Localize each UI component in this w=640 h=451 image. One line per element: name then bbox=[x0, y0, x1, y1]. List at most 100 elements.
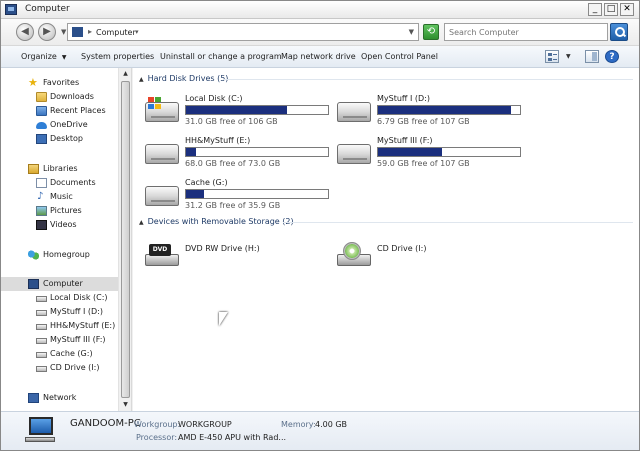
nav-libraries-label: Libraries bbox=[43, 164, 78, 173]
group-header-hard-disks[interactable]: ▲ Hard Disk Drives (5) bbox=[139, 74, 228, 83]
back-button[interactable]: ◀ bbox=[16, 23, 34, 41]
cd-disc-icon bbox=[343, 242, 361, 260]
nav-drive-e-label: HH&MyStuff (E:) bbox=[50, 321, 116, 330]
nav-drive-c[interactable]: Local Disk (C:) bbox=[1, 291, 118, 305]
address-dropdown-icon[interactable]: ▼ bbox=[409, 28, 414, 36]
organize-menu[interactable]: Organize ▼ bbox=[21, 52, 66, 61]
window-title: Computer bbox=[25, 4, 70, 14]
forward-button[interactable]: ▶ bbox=[38, 23, 56, 41]
nav-drive-d-label: MyStuff I (D:) bbox=[50, 307, 103, 316]
change-view-icon[interactable] bbox=[545, 50, 559, 63]
system-properties-button[interactable]: System properties bbox=[81, 52, 154, 61]
drive-tile-g[interactable]: Cache (G:) 31.2 GB free of 35.9 GB bbox=[145, 178, 335, 212]
videos-icon bbox=[36, 220, 47, 230]
drive-tile-f[interactable]: MyStuff III (F:) 59.0 GB free of 107 GB bbox=[337, 136, 527, 170]
drive-tile-cd[interactable]: CD Drive (I:) bbox=[337, 234, 527, 268]
nav-downloads[interactable]: Downloads bbox=[1, 90, 118, 104]
hard-drive-icon bbox=[145, 97, 179, 122]
search-box[interactable] bbox=[444, 23, 608, 41]
homegroup-icon bbox=[28, 250, 39, 260]
nav-computer-label: Computer bbox=[43, 279, 83, 288]
nav-homegroup[interactable]: Homegroup bbox=[1, 248, 118, 262]
organize-label: Organize bbox=[21, 52, 57, 61]
collapse-icon: ▲ bbox=[139, 219, 144, 226]
help-button[interactable]: ? bbox=[605, 50, 619, 63]
hard-drive-icon bbox=[337, 144, 371, 164]
usage-bar-fill bbox=[186, 190, 205, 198]
hard-drive-icon bbox=[337, 102, 371, 122]
scrollbar-thumb[interactable] bbox=[121, 81, 130, 398]
desktop-icon bbox=[36, 134, 47, 144]
nav-drive-e[interactable]: HH&MyStuff (E:) bbox=[1, 319, 118, 333]
nav-network[interactable]: Network bbox=[1, 391, 118, 405]
drive-name: CD Drive (I:) bbox=[377, 244, 427, 253]
nav-favorites[interactable]: ★ Favorites bbox=[1, 76, 118, 90]
drive-tile-d[interactable]: MyStuff I (D:) 6.79 GB free of 107 GB bbox=[337, 94, 527, 128]
nav-pictures-label: Pictures bbox=[50, 206, 82, 215]
scroll-down-icon[interactable]: ▼ bbox=[119, 399, 132, 411]
drive-tile-e[interactable]: HH&MyStuff (E:) 68.0 GB free of 73.0 GB bbox=[145, 136, 335, 170]
drive-tile-c[interactable]: Local Disk (C:) 31.0 GB free of 106 GB bbox=[145, 94, 335, 128]
minimize-button[interactable]: _ bbox=[588, 3, 602, 16]
group-header-removable-label: Devices with Removable Storage (2) bbox=[147, 217, 294, 226]
nav-onedrive[interactable]: OneDrive bbox=[1, 118, 118, 132]
map-network-drive-button[interactable]: Map network drive bbox=[281, 52, 356, 61]
nav-libraries[interactable]: Libraries bbox=[1, 162, 118, 176]
pictures-icon bbox=[36, 206, 47, 216]
close-button[interactable]: ✕ bbox=[620, 3, 634, 16]
refresh-icon: ⟲ bbox=[426, 26, 436, 37]
nav-onedrive-label: OneDrive bbox=[50, 120, 88, 129]
nav-computer[interactable]: Computer bbox=[1, 277, 118, 291]
details-pane: GANDOOM-PC Workgroup: WORKGROUP Memory: … bbox=[1, 411, 639, 450]
computer-monitor-icon bbox=[25, 417, 55, 443]
nav-pictures[interactable]: Pictures bbox=[1, 204, 118, 218]
refresh-button[interactable]: ⟲ bbox=[423, 24, 439, 40]
nav-drive-i[interactable]: CD Drive (I:) bbox=[1, 361, 118, 375]
nav-videos[interactable]: Videos bbox=[1, 218, 118, 232]
search-icon[interactable] bbox=[610, 23, 628, 41]
explorer-window: Computer _ □ ✕ ◀ ▶ ▼ ▸ Computer ▾ ▼ ⟲ Or… bbox=[0, 0, 640, 451]
scroll-up-icon[interactable]: ▲ bbox=[119, 68, 132, 80]
downloads-folder-icon bbox=[36, 92, 47, 102]
memory-label: Memory: bbox=[281, 420, 316, 429]
nav-drive-g[interactable]: Cache (G:) bbox=[1, 347, 118, 361]
chevron-down-icon: ▼ bbox=[61, 54, 67, 61]
cd-drive-icon bbox=[36, 366, 47, 372]
nav-drive-d[interactable]: MyStuff I (D:) bbox=[1, 305, 118, 319]
hard-drive-icon bbox=[145, 144, 179, 164]
nav-recent-places[interactable]: Recent Places bbox=[1, 104, 118, 118]
forward-arrow-icon: ▶ bbox=[43, 26, 51, 37]
nav-documents[interactable]: Documents bbox=[1, 176, 118, 190]
computer-icon bbox=[28, 279, 39, 289]
view-options-dropdown-icon[interactable]: ▼ bbox=[566, 53, 571, 60]
drive-free-space: 6.79 GB free of 107 GB bbox=[377, 117, 470, 126]
nav-drive-f[interactable]: MyStuff III (F:) bbox=[1, 333, 118, 347]
monitor-base bbox=[25, 437, 55, 442]
drive-tile-dvd[interactable]: DVD DVD RW Drive (H:) bbox=[145, 234, 335, 268]
breadcrumb-chevron-down-icon[interactable]: ▾ bbox=[135, 28, 139, 36]
nav-desktop[interactable]: Desktop bbox=[1, 132, 118, 146]
recent-pages-dropdown-icon[interactable]: ▼ bbox=[61, 28, 66, 36]
dvd-drive-icon: DVD bbox=[145, 244, 179, 268]
maximize-button[interactable]: □ bbox=[604, 3, 618, 16]
navigation-scrollbar[interactable]: ▲ ▼ bbox=[118, 68, 131, 411]
nav-videos-label: Videos bbox=[50, 220, 77, 229]
group-header-hard-disks-label: Hard Disk Drives (5) bbox=[147, 74, 229, 83]
preview-pane-icon[interactable] bbox=[585, 50, 599, 63]
processor-value: AMD E-450 APU with Rad... bbox=[178, 433, 287, 442]
nav-music[interactable]: ♪ Music bbox=[1, 190, 118, 204]
drive-free-space: 31.2 GB free of 35.9 GB bbox=[185, 201, 281, 210]
breadcrumb-chevron-icon[interactable]: ▸ bbox=[88, 27, 92, 36]
group-divider bbox=[283, 222, 633, 223]
group-header-removable[interactable]: ▲ Devices with Removable Storage (2) bbox=[139, 217, 294, 226]
uninstall-program-button[interactable]: Uninstall or change a program bbox=[160, 52, 282, 61]
open-control-panel-button[interactable]: Open Control Panel bbox=[361, 52, 438, 61]
address-bar[interactable]: ▸ Computer ▾ ▼ bbox=[67, 23, 419, 41]
content-area: ▲ Hard Disk Drives (5) Local Disk (C:) 31… bbox=[133, 68, 639, 411]
nav-documents-label: Documents bbox=[50, 178, 96, 187]
search-input[interactable] bbox=[449, 25, 599, 39]
breadcrumb-computer[interactable]: Computer bbox=[96, 28, 136, 37]
cd-drive-icon bbox=[337, 242, 371, 268]
nav-recent-places-label: Recent Places bbox=[50, 106, 106, 115]
address-row: ◀ ▶ ▼ ▸ Computer ▾ ▼ ⟲ bbox=[1, 19, 639, 46]
